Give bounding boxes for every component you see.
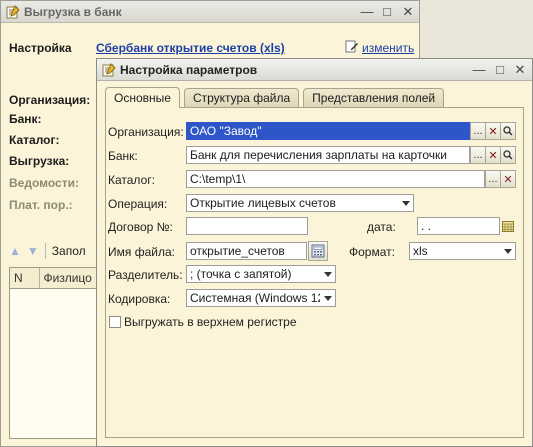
back-window-title: Выгрузка в банк <box>24 4 122 19</box>
statements-label: Ведомости: <box>9 176 79 190</box>
calculator-icon[interactable] <box>308 241 328 261</box>
catalog-label: Каталог: <box>9 133 60 147</box>
table-body[interactable] <box>9 289 109 439</box>
encoding-label: Кодировка: <box>108 292 171 306</box>
tab-main[interactable]: Основные <box>105 87 180 108</box>
filename-label: Имя файла: <box>108 245 175 259</box>
maximize-button[interactable]: □ <box>379 4 395 19</box>
dialog-titlebar: Настройка параметров — □ ✕ <box>97 59 532 81</box>
minimize-button[interactable]: — <box>471 62 487 77</box>
bank-label: Банк: <box>108 149 138 163</box>
catalog-field[interactable]: C:\temp\1\ <box>186 170 485 188</box>
operation-label: Операция: <box>108 197 168 211</box>
form-icon <box>102 62 116 77</box>
close-button[interactable]: ✕ <box>400 4 416 19</box>
arrow-up-icon[interactable]: ▲ <box>9 244 21 258</box>
filename-field[interactable]: открытие_счетов <box>186 242 307 260</box>
bank-field[interactable]: Банк для перечисления зарплаты на карточ… <box>186 146 470 164</box>
settings-dialog: Настройка параметров — □ ✕ Основные Стру… <box>96 58 533 447</box>
fill-button[interactable]: Запол <box>52 244 86 258</box>
upload-label: Выгрузка: <box>9 154 70 168</box>
payment-orders-label: Плат. пор.: <box>9 198 73 212</box>
minimize-button[interactable]: — <box>359 4 375 19</box>
catalog-clear-button[interactable]: ✕ <box>500 170 516 188</box>
bank-clear-button[interactable]: ✕ <box>485 146 501 164</box>
table-header: N Физлицо <box>9 267 109 289</box>
dialog-title: Настройка параметров <box>120 62 258 77</box>
bank-label: Банк: <box>9 112 42 126</box>
catalog-label: Каталог: <box>108 173 155 187</box>
contract-label: Договор №: <box>108 220 173 234</box>
edit-icon[interactable] <box>345 39 359 53</box>
chevron-down-icon[interactable] <box>320 266 335 282</box>
settings-label: Настройка <box>9 41 72 55</box>
organization-label: Организация: <box>108 125 184 139</box>
org-select-button[interactable]: ... <box>470 122 486 140</box>
table-toolbar: ▲ ▼ Запол <box>9 239 109 263</box>
separator-label: Разделитель: <box>108 268 183 282</box>
org-search-icon[interactable] <box>500 122 516 140</box>
bank-search-icon[interactable] <box>500 146 516 164</box>
close-button[interactable]: ✕ <box>512 62 528 77</box>
chevron-down-icon[interactable] <box>320 290 335 306</box>
organization-label: Организация: <box>9 93 91 107</box>
org-clear-button[interactable]: ✕ <box>485 122 501 140</box>
column-n[interactable]: N <box>10 268 40 288</box>
contract-field[interactable] <box>186 217 308 235</box>
calendar-icon[interactable] <box>500 217 516 235</box>
form-icon <box>6 4 20 19</box>
uppercase-label[interactable]: Выгружать в верхнем регистре <box>124 315 297 329</box>
back-window-titlebar: Выгрузка в банк — □ ✕ <box>1 1 419 23</box>
uppercase-checkbox[interactable] <box>109 316 121 328</box>
tab-bar: Основные Структура файла Представления п… <box>105 87 448 108</box>
operation-dropdown[interactable]: Открытие лицевых счетов <box>186 194 414 212</box>
change-link[interactable]: изменить <box>362 41 414 55</box>
tab-field-views[interactable]: Представления полей <box>303 88 445 107</box>
catalog-select-button[interactable]: ... <box>485 170 501 188</box>
maximize-button[interactable]: □ <box>492 62 508 77</box>
settings-link[interactable]: Сбербанк открытие счетов (xls) <box>96 41 285 55</box>
tab-file-structure[interactable]: Структура файла <box>183 88 300 107</box>
arrow-down-icon[interactable]: ▼ <box>27 244 39 258</box>
date-field[interactable]: . . <box>417 217 500 235</box>
bank-select-button[interactable]: ... <box>470 146 486 164</box>
organization-field[interactable]: ОАО "Завод" <box>186 122 470 140</box>
separator-dropdown[interactable]: ; (точка с запятой) <box>186 265 336 283</box>
chevron-down-icon[interactable] <box>398 195 413 211</box>
format-label: Формат: <box>349 245 395 259</box>
date-label: дата: <box>367 220 396 234</box>
encoding-dropdown[interactable]: Системная (Windows 1251) <box>186 289 336 307</box>
chevron-down-icon[interactable] <box>500 243 515 259</box>
